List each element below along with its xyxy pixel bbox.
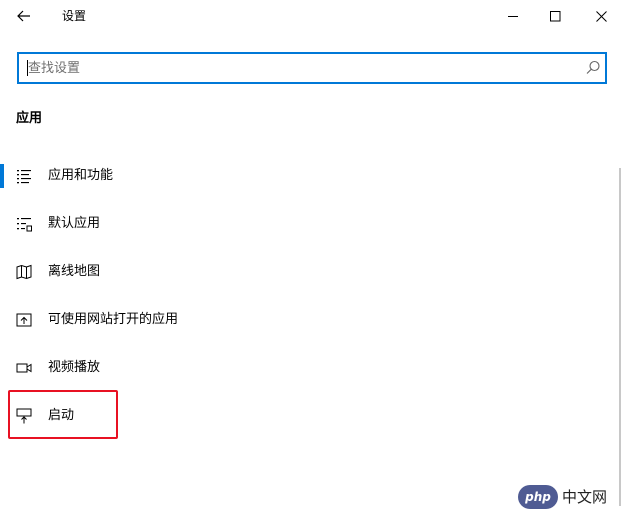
search-icon[interactable]: [584, 59, 602, 77]
sidebar-item-apps-for-websites[interactable]: 可使用网站打开的应用: [0, 296, 614, 344]
apps-list-icon: [17, 170, 31, 184]
maximize-icon: [549, 10, 560, 21]
sidebar-item-label: 视频播放: [48, 360, 101, 375]
title-bar: 设置: [0, 0, 624, 32]
sidebar-item-offline-maps[interactable]: 离线地图: [0, 248, 614, 296]
video-camera-icon: [16, 363, 32, 373]
sidebar-item-apps-features[interactable]: 应用和功能: [0, 152, 614, 200]
section-title: 应用: [16, 111, 43, 126]
sidebar-item-default-apps[interactable]: 默认应用: [0, 200, 614, 248]
highlight-annotation: [8, 390, 118, 439]
close-icon: [595, 10, 607, 22]
close-button[interactable]: [582, 0, 620, 32]
minimize-button[interactable]: [494, 0, 532, 32]
watermark-badge: php: [518, 485, 558, 509]
search-input[interactable]: [28, 54, 568, 82]
maximize-button[interactable]: [536, 0, 574, 32]
watermark-text: 中文网: [562, 488, 608, 506]
back-arrow-icon: [17, 10, 30, 22]
open-website-icon: [16, 313, 32, 327]
watermark: php 中文网: [518, 484, 624, 511]
settings-window: 设置 应用: [0, 0, 624, 511]
sidebar-item-label: 应用和功能: [48, 168, 114, 183]
map-icon: [16, 264, 32, 280]
sidebar-item-video-playback[interactable]: 视频播放: [0, 344, 614, 392]
scrollbar[interactable]: [619, 168, 621, 506]
minimize-icon: [507, 15, 518, 17]
selected-indicator: [0, 164, 4, 188]
default-apps-icon: [17, 218, 32, 232]
back-button[interactable]: [8, 0, 40, 32]
sidebar-item-label: 离线地图: [48, 264, 101, 279]
window-title: 设置: [62, 9, 87, 23]
search-box[interactable]: [17, 52, 607, 84]
sidebar-item-label: 默认应用: [48, 216, 101, 231]
sidebar-item-label: 可使用网站打开的应用: [48, 312, 179, 327]
